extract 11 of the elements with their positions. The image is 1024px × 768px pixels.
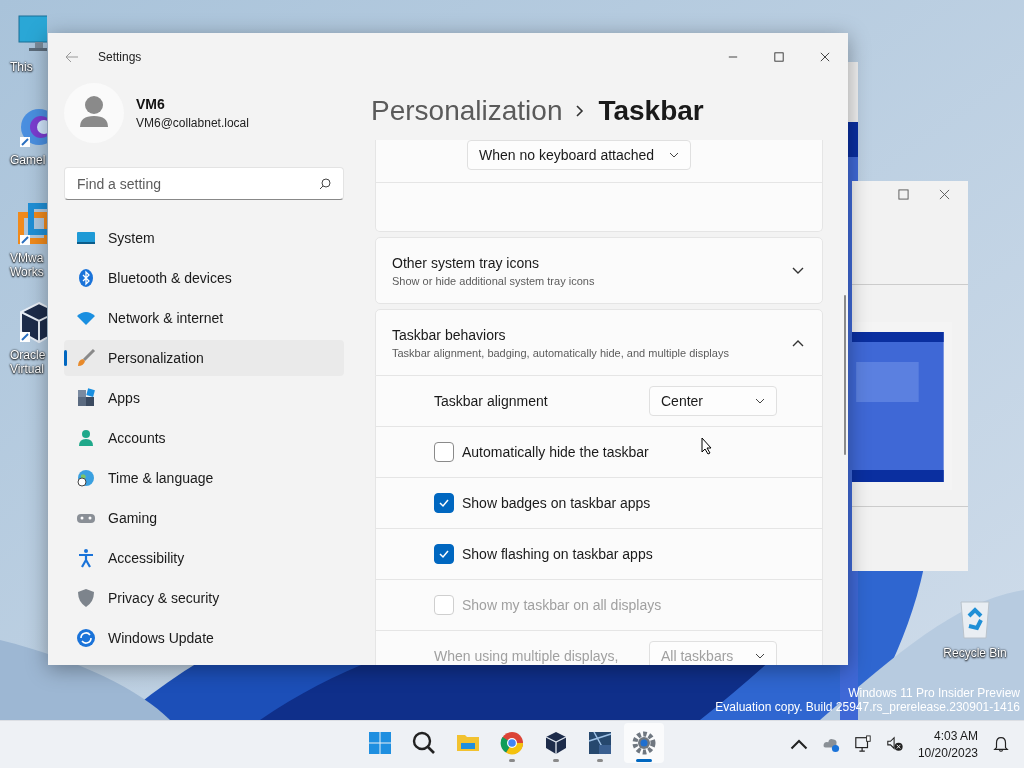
windows-logo-icon xyxy=(368,731,392,755)
cube-icon xyxy=(544,731,568,755)
speaker-muted-icon[interactable] xyxy=(885,735,904,753)
search-icon xyxy=(412,731,436,755)
browser-icon xyxy=(500,731,524,755)
network-icon[interactable] xyxy=(853,735,872,753)
clock[interactable]: 4:03 AM 10/20/2023 xyxy=(917,728,978,760)
app-icon xyxy=(588,731,612,755)
gear-icon xyxy=(632,731,656,755)
bell-icon[interactable] xyxy=(992,735,1010,753)
taskbar-app[interactable] xyxy=(624,723,664,763)
